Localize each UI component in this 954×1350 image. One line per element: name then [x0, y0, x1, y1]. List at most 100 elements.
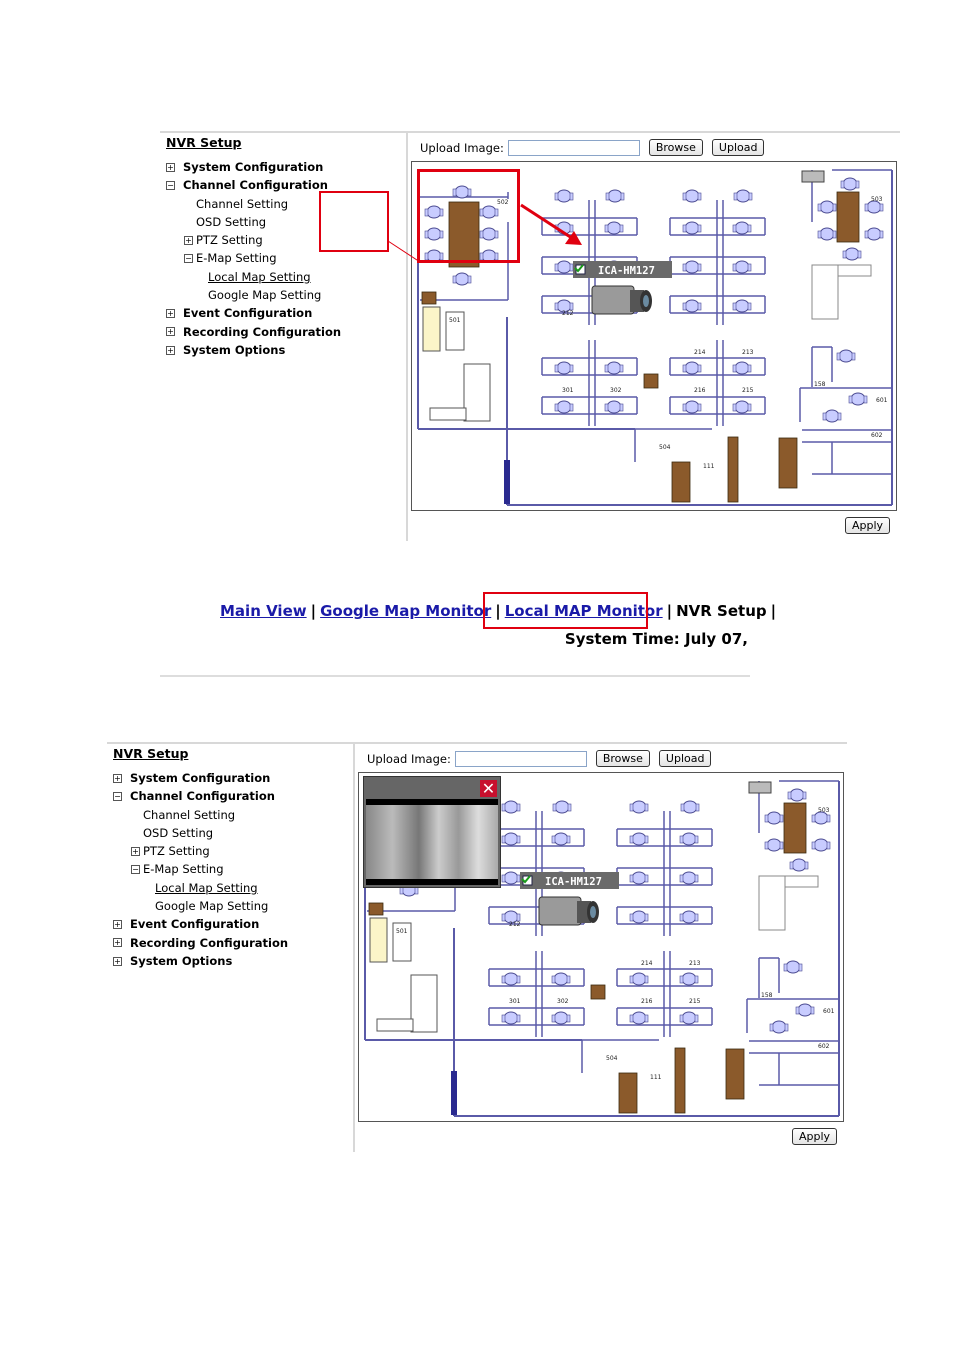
upload-label: Upload Image:	[367, 751, 451, 766]
expand-icon[interactable]: +	[113, 773, 122, 783]
camera-marker[interactable]: ICA-HM127	[520, 872, 619, 926]
chair-icon	[764, 838, 784, 852]
room-number: 501	[396, 928, 408, 935]
chair-icon	[787, 788, 807, 802]
nav-nvr-setup[interactable]: NVR Setup	[676, 602, 767, 620]
sidebar-item-label: Recording Configuration	[130, 935, 289, 950]
sidebar-item[interactable]: + Event Configuration	[113, 915, 353, 933]
camera-label: ICA-HM127	[545, 876, 602, 888]
sidebar-item[interactable]: − Channel Configuration	[113, 787, 353, 805]
nvr-setup-screenshot-2: NVR Setup + System Configuration − Channel C…	[107, 742, 852, 1152]
camera-icon	[538, 896, 599, 926]
sidebar-item[interactable]: + PTZ Setting	[113, 842, 353, 860]
arrow-line	[520, 203, 579, 244]
chair-icon	[764, 811, 784, 825]
expand-icon[interactable]: +	[131, 846, 140, 856]
arrow-head	[565, 231, 582, 245]
sidebar-item[interactable]: + System Options	[113, 952, 353, 970]
nav-separator: |	[770, 602, 777, 620]
room-number: 213	[689, 960, 701, 967]
sidebar-item-label: E-Map Setting	[143, 862, 224, 877]
chair-icon	[629, 832, 649, 846]
camera-live-view-popup[interactable]: ✕	[363, 776, 501, 888]
annotation-arrows	[387, 203, 582, 263]
room-number: 503	[818, 807, 830, 814]
sidebar-item-label: Channel Setting	[143, 807, 236, 822]
pointer-line	[387, 240, 421, 263]
chair-icon	[795, 1003, 815, 1017]
chair-icon	[551, 972, 571, 986]
sidebar-item[interactable]: Google Map Setting	[113, 897, 353, 915]
chair-icon	[501, 1011, 521, 1025]
sidebar-item[interactable]: Channel Setting	[113, 806, 353, 824]
browse-button[interactable]: Browse	[595, 750, 650, 767]
chair-icon	[629, 972, 649, 986]
expand-icon[interactable]: +	[113, 920, 122, 930]
room-number: 301	[509, 998, 521, 1005]
popup-bar	[366, 879, 498, 885]
sidebar-item[interactable]: OSD Setting	[113, 824, 353, 842]
desk	[368, 902, 384, 916]
nav-separator: |	[310, 602, 317, 620]
room-number: 302	[557, 998, 569, 1005]
top-divider	[107, 742, 847, 744]
chair-icon	[679, 1011, 699, 1025]
sidebar-item-label: System Configuration	[130, 771, 271, 785]
collapse-icon[interactable]: −	[131, 865, 140, 875]
chair-icon	[679, 832, 699, 846]
upload-image-input[interactable]	[454, 750, 587, 767]
chair-icon	[501, 832, 521, 846]
chair-icon	[501, 871, 521, 885]
chair-icon	[789, 858, 809, 872]
chair-icon	[551, 1011, 571, 1025]
room-number: 158	[761, 992, 773, 999]
desk	[618, 1072, 638, 1114]
nav-main-view[interactable]: Main View	[220, 602, 307, 620]
document-page: NVR Setup + System Configuration − Channel C…	[0, 0, 954, 1350]
sidebar: NVR Setup + System Configuration − Channel C…	[113, 746, 353, 970]
room-number: 504	[606, 1055, 618, 1062]
chair-icon	[679, 871, 699, 885]
sidebar-item-label: System Options	[130, 953, 233, 968]
room-number: 215	[689, 998, 701, 1005]
expand-icon[interactable]: +	[113, 956, 122, 966]
close-icon[interactable]: ✕	[480, 780, 497, 797]
chair-icon	[783, 960, 803, 974]
upload-bar: Upload Image: Browse Upload	[367, 750, 712, 767]
chair-icon	[629, 871, 649, 885]
chair-icon	[680, 800, 700, 814]
expand-icon[interactable]: +	[113, 938, 122, 948]
room-number: 214	[641, 960, 653, 967]
horizontal-rule	[160, 675, 750, 677]
sidebar-item[interactable]: + System Configuration	[113, 769, 353, 787]
nav-separator: |	[666, 602, 673, 620]
room-number: 212	[509, 921, 521, 928]
sidebar-item-label: Google Map Setting	[155, 899, 269, 914]
sidebar-item[interactable]: + Recording Configuration	[113, 934, 353, 952]
highlight-box-nav	[483, 592, 648, 629]
upload-button[interactable]: Upload	[658, 750, 712, 767]
sidebar-item[interactable]: Local Map Setting	[113, 879, 353, 897]
collapse-icon[interactable]: −	[113, 791, 122, 801]
chair-icon	[769, 1020, 789, 1034]
chair-icon	[501, 972, 521, 986]
room-number: 601	[823, 1008, 835, 1015]
chair-icon	[629, 800, 649, 814]
room-number: 216	[641, 998, 653, 1005]
chair-icon	[501, 800, 521, 814]
nav-google-map-monitor[interactable]: Google Map Monitor	[320, 602, 491, 620]
chair-icon	[811, 838, 831, 852]
desk	[725, 1048, 745, 1100]
sidebar-divider	[353, 742, 355, 1152]
sidebar-item-label: Event Configuration	[130, 917, 260, 932]
system-time: System Time: July 07,	[564, 630, 748, 648]
apply-button[interactable]: Apply	[792, 1128, 838, 1145]
chair-icon	[679, 910, 699, 924]
sidebar-item-label: Channel Configuration	[130, 789, 275, 804]
desk	[590, 984, 606, 1000]
sidebar-item-label: OSD Setting	[143, 825, 214, 840]
sidebar-title[interactable]: NVR Setup	[113, 746, 353, 761]
local-map[interactable]: 5025012123013022142132162155031586016025…	[358, 772, 844, 1122]
sidebar-item[interactable]: − E-Map Setting	[113, 860, 353, 878]
room-number: 602	[818, 1043, 830, 1050]
